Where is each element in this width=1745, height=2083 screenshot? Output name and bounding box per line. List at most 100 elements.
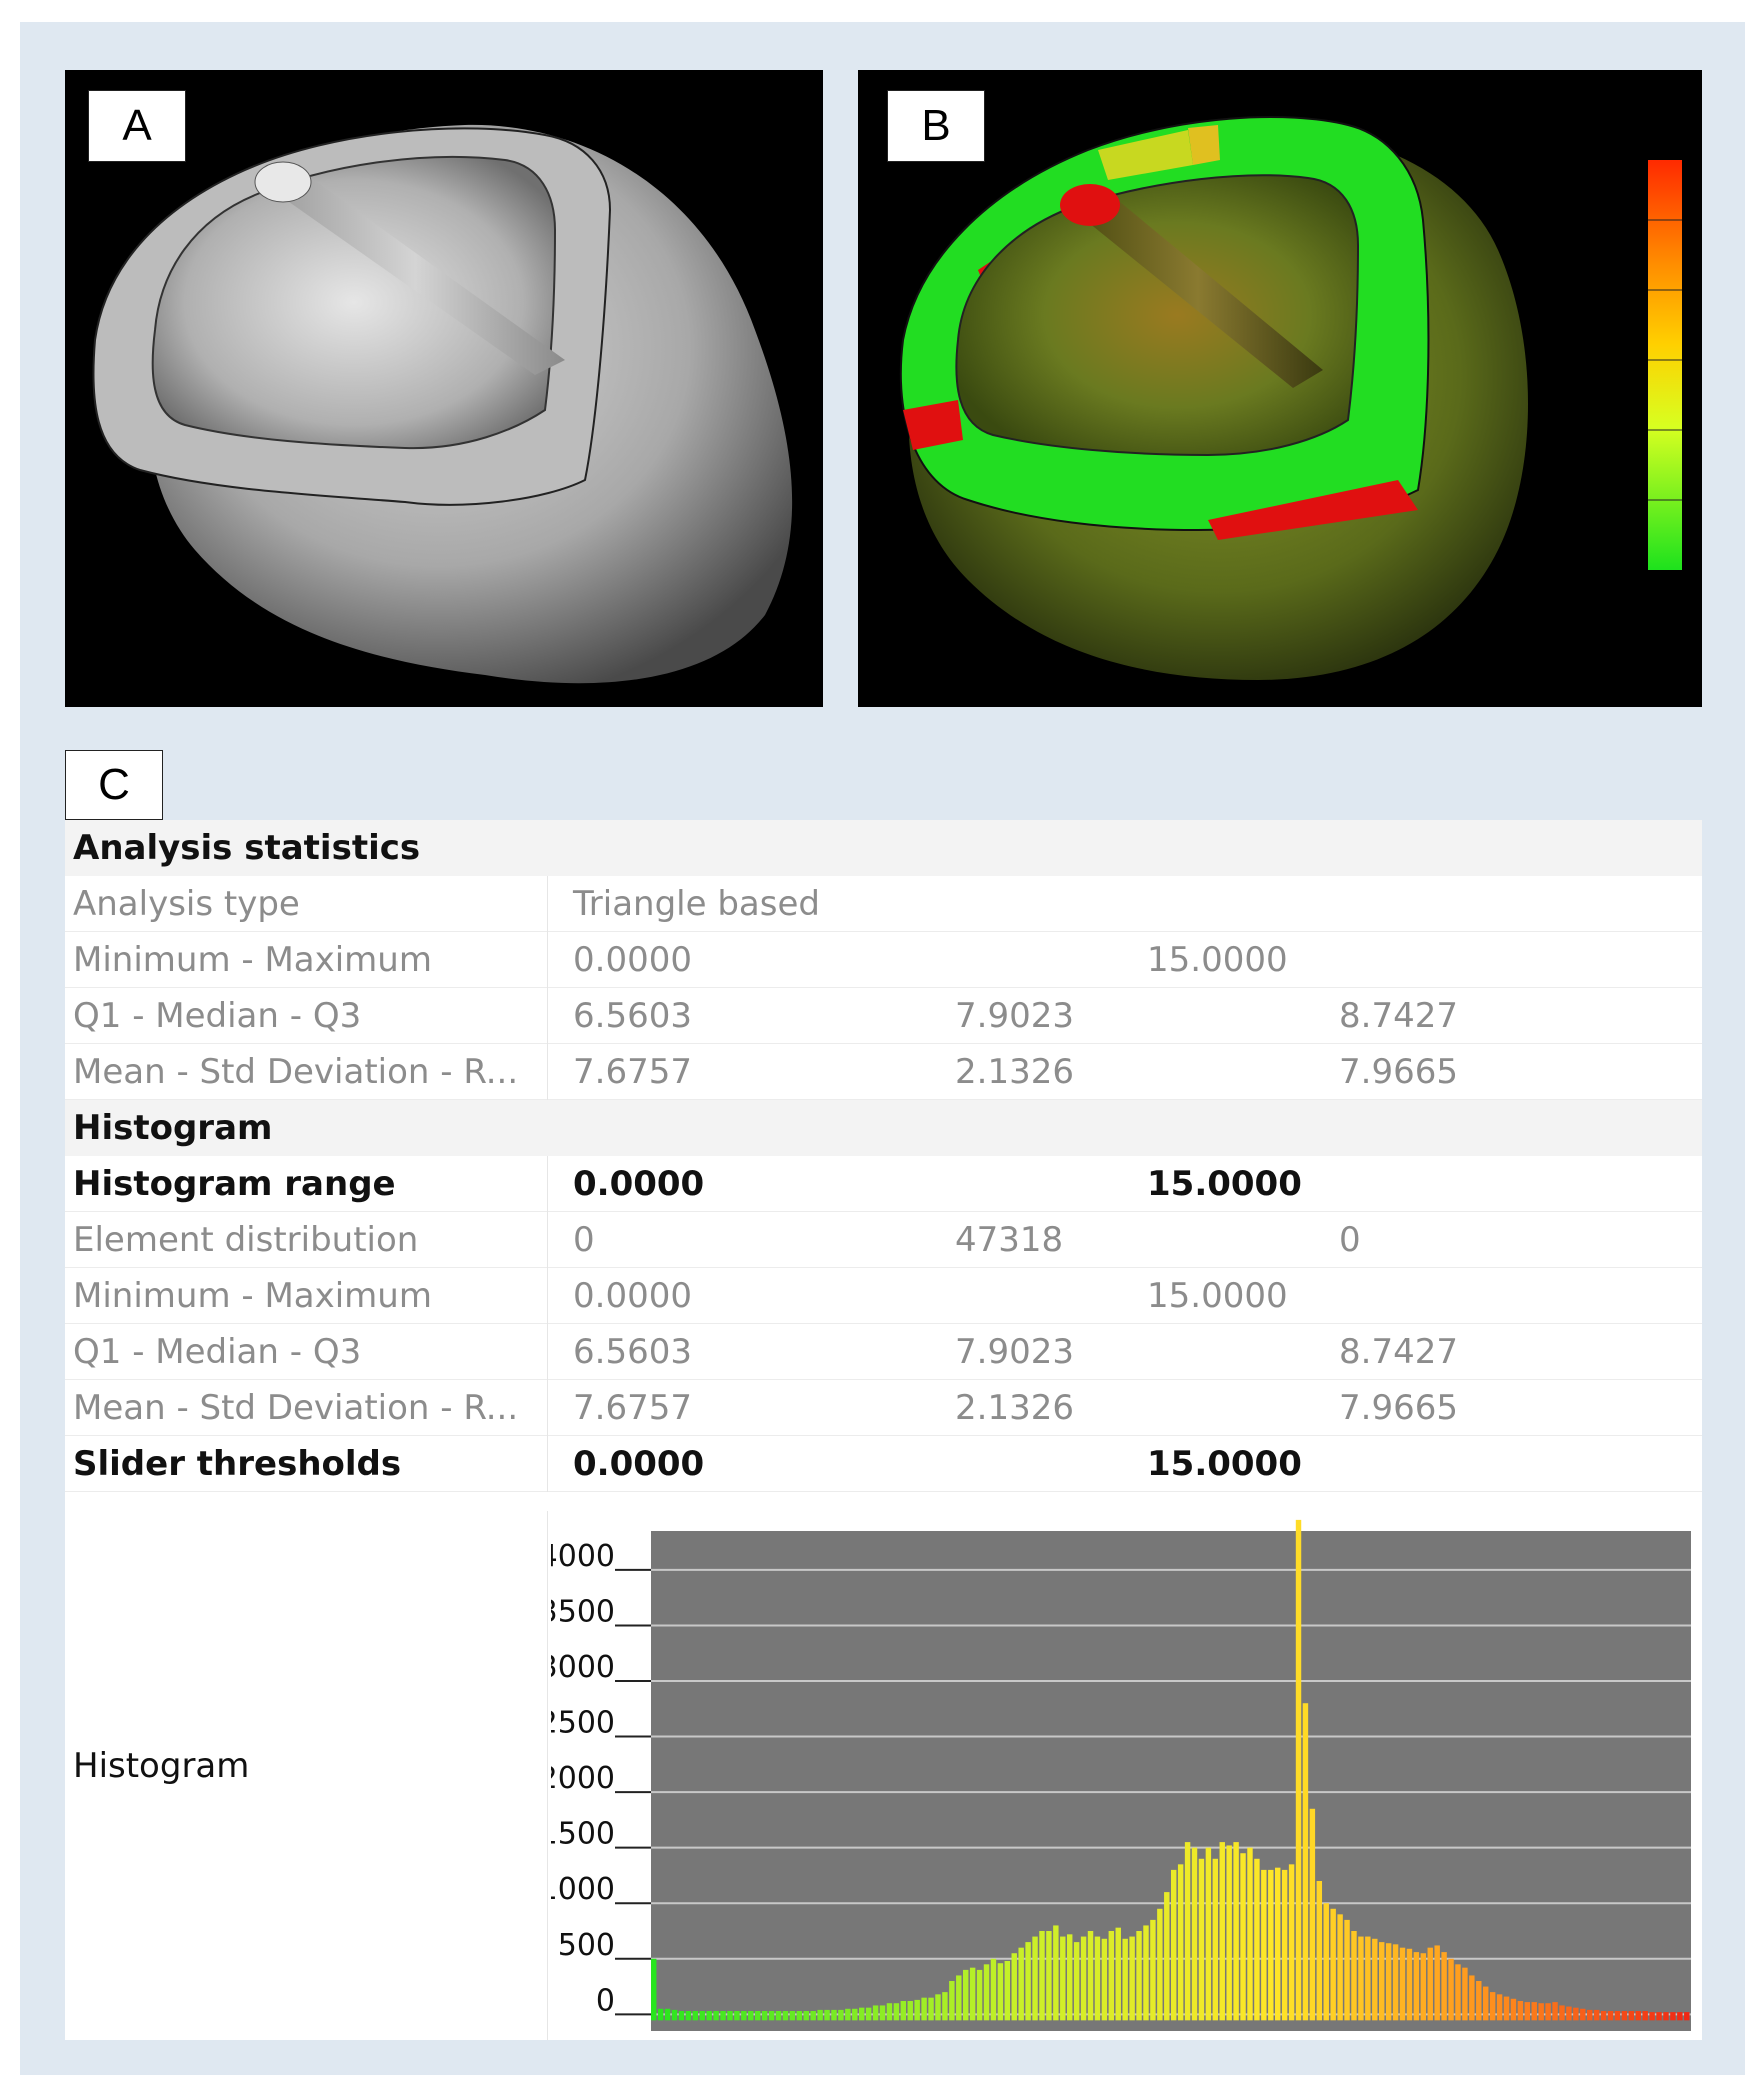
- histogram-bar: [1344, 1919, 1350, 2021]
- histogram-bar: [692, 2011, 699, 2021]
- histogram-bar: [817, 2009, 823, 2021]
- histogram-bar: [720, 2011, 726, 2021]
- grayscale-model-render: [92, 124, 793, 684]
- histogram-bar: [1046, 1931, 1052, 2021]
- column-divider: [547, 988, 548, 1044]
- histogram-bar: [969, 1967, 976, 2021]
- histogram-bar: [1032, 1936, 1038, 2021]
- histogram-bar: [1593, 2009, 1600, 2021]
- histogram-bar: [1677, 2012, 1683, 2021]
- histogram-bar: [1157, 1908, 1163, 2021]
- histogram-chart[interactable]: 0 500 1000 1500 2000 2500 3000 3500 4000: [551, 1511, 1702, 2040]
- q3-value: 8.7427: [1339, 1332, 1458, 1372]
- histogram-bar: [678, 2011, 685, 2021]
- row-label: Mean - Std Deviation - R...: [73, 1388, 519, 1428]
- histogram-bar: [1288, 1864, 1295, 2021]
- panel-label-a: A: [88, 90, 186, 162]
- histogram-bar: [1233, 1842, 1239, 2021]
- histogram-bar: [664, 2008, 671, 2021]
- row-value: Triangle based: [573, 884, 820, 924]
- column-divider: [547, 1324, 548, 1380]
- histogram-bar: [1198, 1858, 1205, 2021]
- histogram-bar: [1448, 1958, 1454, 2021]
- min-threshold[interactable]: 0.0000: [573, 1436, 704, 1492]
- histogram-bar: [1684, 2012, 1690, 2021]
- histogram-bar: [1122, 1938, 1128, 2021]
- column-divider: [547, 1268, 548, 1324]
- histogram-bar: [1281, 1869, 1288, 2021]
- histogram-bar: [1531, 2002, 1537, 2021]
- column-divider: [547, 876, 548, 932]
- histogram-bar: [1538, 2003, 1544, 2021]
- histogram-bar: [651, 1958, 657, 2021]
- histogram-bar: [1552, 2002, 1558, 2021]
- histogram-bar: [685, 2011, 692, 2021]
- histogram-bar: [963, 1969, 969, 2021]
- histogram-bar: [824, 2009, 830, 2021]
- histogram-bar: [1517, 2001, 1524, 2021]
- viewport-a[interactable]: [65, 70, 823, 707]
- min-value: 0.0000: [573, 1276, 692, 1316]
- histogram-bar: [1101, 1938, 1108, 2021]
- histogram-bar: [657, 2008, 664, 2021]
- histogram-bar: [872, 2005, 879, 2021]
- row-min-max[interactable]: Minimum - Maximum 0.0000 15.0000: [65, 932, 1702, 988]
- color-mapped-model-render: [899, 116, 1682, 681]
- histogram-bar: [1060, 1936, 1066, 2021]
- histogram-bar: [1524, 2002, 1531, 2021]
- histogram-bar: [859, 2007, 865, 2021]
- histogram-bar: [845, 2008, 851, 2021]
- histogram-bar: [1226, 1845, 1232, 2021]
- row-quartiles[interactable]: Q1 - Median - Q3 6.5603 7.9023 8.7427: [65, 988, 1702, 1044]
- histogram-bar: [1510, 1998, 1517, 2021]
- histogram-bar: [789, 2011, 796, 2021]
- row-histogram-quartiles[interactable]: Q1 - Median - Q3 6.5603 7.9023 8.7427: [65, 1324, 1702, 1380]
- column-divider: [547, 932, 548, 988]
- histogram-bar: [1094, 1936, 1101, 2021]
- y-tick-label: 1000: [551, 1872, 615, 1907]
- histogram-bar: [1462, 1967, 1468, 2021]
- within-count: 47318: [955, 1220, 1064, 1260]
- row-mean-std[interactable]: Mean - Std Deviation - R... 7.6757 2.132…: [65, 1044, 1702, 1100]
- histogram-bar: [1087, 1931, 1094, 2021]
- histogram-bar: [1385, 1943, 1392, 2021]
- std-value: 2.1326: [955, 1052, 1074, 1092]
- min-value[interactable]: 0.0000: [573, 1156, 704, 1212]
- row-label: Mean - Std Deviation - R...: [73, 1052, 519, 1092]
- histogram-bar: [956, 1975, 962, 2021]
- histogram-bar: [838, 2009, 844, 2021]
- row-element-distribution[interactable]: Element distribution 0 47318 0: [65, 1212, 1702, 1268]
- histogram-bar: [1580, 2008, 1586, 2021]
- viewport-b[interactable]: [858, 70, 1702, 707]
- row-analysis-type[interactable]: Analysis type Triangle based: [65, 876, 1702, 932]
- row-label: Analysis type: [73, 884, 300, 924]
- histogram-bar: [1150, 1919, 1156, 2021]
- histogram-bar: [1268, 1869, 1274, 2021]
- histogram-bar: [1476, 1981, 1482, 2021]
- histogram-bar: [1337, 1914, 1343, 2021]
- max-value: 15.0000: [1147, 940, 1288, 980]
- histogram-bar: [852, 2008, 858, 2021]
- histogram-bar: [1018, 1947, 1024, 2021]
- max-threshold[interactable]: 15.0000: [1147, 1436, 1302, 1492]
- histogram-bar: [893, 2003, 900, 2021]
- histogram-bar: [1406, 1948, 1413, 2021]
- column-divider: [547, 1212, 548, 1268]
- histogram-bar: [748, 2011, 754, 2021]
- std-value: 2.1326: [955, 1388, 1074, 1428]
- histogram-bar: [699, 2011, 705, 2021]
- row-histogram-range[interactable]: Histogram range 0.0000 15.0000: [65, 1156, 1702, 1212]
- histogram-bar: [1621, 2011, 1628, 2021]
- histogram-bar: [1080, 1936, 1087, 2021]
- histogram-bar: [1635, 2011, 1641, 2021]
- below-count: 0: [573, 1220, 595, 1260]
- histogram-bar: [1656, 2012, 1662, 2021]
- row-histogram-min-max[interactable]: Minimum - Maximum 0.0000 15.0000: [65, 1268, 1702, 1324]
- row-label: Histogram range: [73, 1164, 396, 1204]
- row-histogram-mean-std[interactable]: Mean - Std Deviation - R... 7.6757 2.132…: [65, 1380, 1702, 1436]
- max-value[interactable]: 15.0000: [1147, 1156, 1302, 1212]
- y-tick-label: 1500: [551, 1817, 615, 1852]
- histogram-bar: [761, 2011, 768, 2021]
- row-slider-thresholds[interactable]: Slider thresholds 0.0000 15.0000: [65, 1436, 1702, 1492]
- statistics-panel: Analysis statistics Analysis type Triang…: [65, 820, 1702, 2040]
